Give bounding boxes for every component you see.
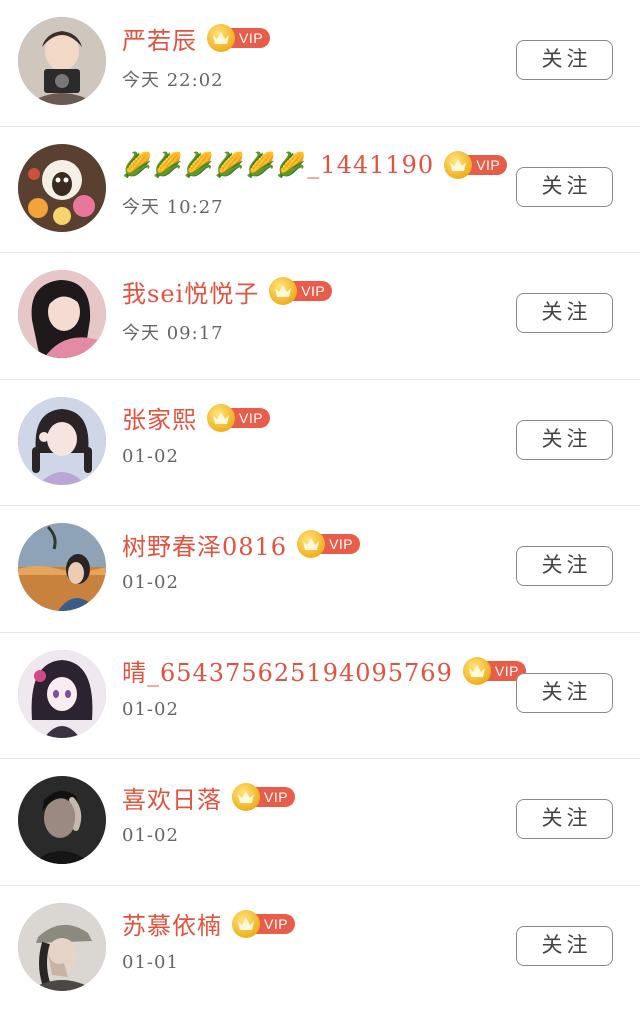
follow-time: 今天 09:17 <box>122 323 224 344</box>
follow-button[interactable]: 关注 <box>516 40 613 80</box>
crown-icon <box>269 277 298 305</box>
name-line: 张家熙 VIP <box>122 400 271 436</box>
user-name[interactable]: 树野春泽0816 <box>122 527 287 562</box>
follow-time: 01-02 <box>122 698 179 720</box>
avatar[interactable] <box>18 902 106 991</box>
list-item[interactable]: 严若辰 VIP 今天 22:02 关注 <box>0 0 640 127</box>
user-name[interactable]: 我sei悦悦子 <box>122 274 259 309</box>
vip-badge: VIP <box>444 150 508 179</box>
list-item[interactable]: 苏慕依楠 VIP 01-01 关注 <box>0 886 640 1013</box>
crown-icon <box>462 656 491 685</box>
avatar[interactable] <box>18 270 106 358</box>
follow-button[interactable]: 关注 <box>516 546 613 586</box>
follow-button[interactable]: 关注 <box>516 293 613 333</box>
user-name[interactable]: 喜欢日落 <box>122 780 222 815</box>
crown-icon <box>444 150 473 179</box>
user-name[interactable]: 苏慕依楠 <box>122 906 222 941</box>
user-name[interactable]: 🌽🌽🌽🌽🌽🌽_1441190 <box>122 151 434 179</box>
follow-button[interactable]: 关注 <box>516 672 613 713</box>
crown-icon <box>297 530 326 558</box>
user-name[interactable]: 张家熙 <box>122 400 197 435</box>
follow-button[interactable]: 关注 <box>516 419 613 460</box>
follow-time: 01-02 <box>122 825 179 846</box>
avatar[interactable] <box>18 649 106 738</box>
follow-time: 01-02 <box>122 445 179 467</box>
list-item[interactable]: 晴_654375625194095769 VIP 01-02 关注 <box>0 633 640 759</box>
vip-badge: VIP <box>269 277 333 305</box>
vip-badge: VIP <box>207 24 271 52</box>
crown-icon <box>207 403 235 432</box>
name-line: 喜欢日落 VIP <box>122 779 296 815</box>
vip-badge: VIP <box>232 909 296 938</box>
avatar[interactable] <box>18 143 106 232</box>
follow-time: 今天 22:02 <box>122 70 224 91</box>
follow-time: 01-02 <box>122 572 179 593</box>
avatar[interactable] <box>18 396 106 485</box>
follow-time: 今天 10:27 <box>122 196 224 218</box>
crown-icon <box>232 909 260 938</box>
list-item[interactable]: 🌽🌽🌽🌽🌽🌽_1441190 VIP 今天 10:27 关注 <box>0 127 640 253</box>
follow-button[interactable]: 关注 <box>516 925 613 966</box>
name-line: 树野春泽0816 VIP <box>122 526 361 562</box>
follower-list: 严若辰 VIP 今天 22:02 关注 🌽🌽🌽🌽🌽🌽_1441190 VIP 今… <box>0 0 640 1013</box>
list-item[interactable]: 喜欢日落 VIP 01-02 关注 <box>0 759 640 886</box>
vip-badge: VIP <box>232 783 296 811</box>
avatar[interactable] <box>18 17 106 105</box>
follow-button[interactable]: 关注 <box>516 799 613 839</box>
list-item[interactable]: 树野春泽0816 VIP 01-02 关注 <box>0 506 640 633</box>
name-line: 🌽🌽🌽🌽🌽🌽_1441190 VIP <box>122 147 508 183</box>
follow-button[interactable]: 关注 <box>516 166 613 207</box>
crown-icon <box>232 783 260 811</box>
list-item[interactable]: 我sei悦悦子 VIP 今天 09:17 关注 <box>0 253 640 380</box>
user-name[interactable]: 晴_654375625194095769 <box>122 653 453 688</box>
crown-icon <box>207 24 235 52</box>
avatar[interactable] <box>18 776 106 864</box>
name-line: 我sei悦悦子 VIP <box>122 273 333 309</box>
name-line: 苏慕依楠 VIP <box>122 906 296 942</box>
user-name[interactable]: 严若辰 <box>122 21 197 56</box>
avatar[interactable] <box>18 523 106 611</box>
vip-badge: VIP <box>207 403 271 432</box>
name-line: 晴_654375625194095769 VIP <box>122 653 526 689</box>
vip-badge: VIP <box>297 530 361 558</box>
follow-time: 01-01 <box>122 951 179 973</box>
name-line: 严若辰 VIP <box>122 20 271 56</box>
list-item[interactable]: 张家熙 VIP 01-02 关注 <box>0 380 640 506</box>
